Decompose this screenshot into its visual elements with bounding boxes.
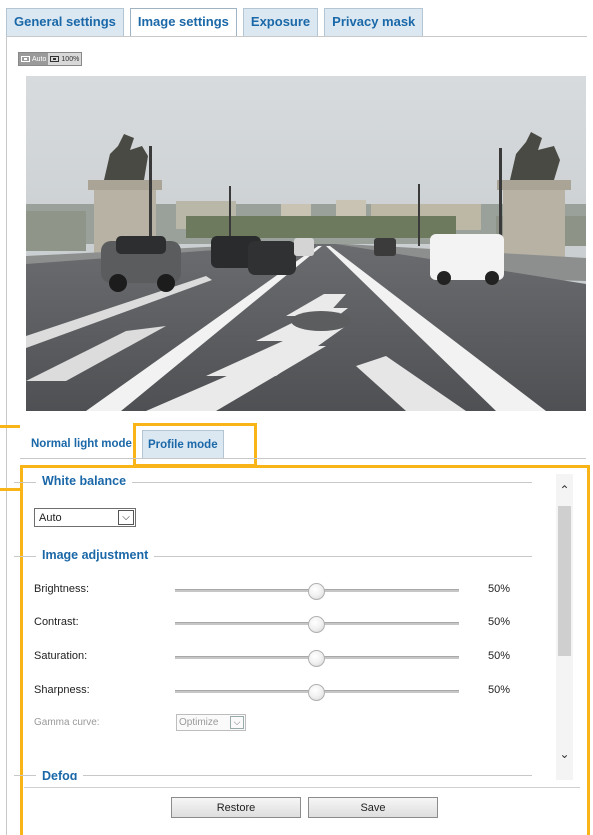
mode-tab-bar: Normal light mode Profile mode [26, 430, 224, 458]
tab-normal-light-mode[interactable]: Normal light mode [26, 430, 137, 458]
saturation-value: 50% [488, 650, 511, 662]
tab-divider [6, 36, 587, 37]
saturation-slider-handle[interactable] [308, 650, 325, 667]
white-balance-select[interactable]: Auto ⌵ [34, 508, 136, 527]
tab-privacy-mask[interactable]: Privacy mask [324, 8, 424, 36]
contrast-slider-handle[interactable] [308, 616, 325, 633]
zoom-auto-label: Auto [32, 55, 47, 63]
zoom-toggle: Auto 100% [18, 52, 83, 66]
restore-button[interactable]: Restore [171, 797, 301, 818]
sharpness-label: Sharpness: [34, 684, 90, 696]
zoom-100-button[interactable]: 100% [48, 53, 81, 65]
sharpness-slider[interactable] [175, 684, 459, 701]
brightness-slider[interactable] [175, 583, 459, 600]
saturation-label: Saturation: [34, 650, 88, 662]
saturation-slider[interactable] [175, 650, 459, 667]
tab-exposure[interactable]: Exposure [242, 8, 319, 36]
brightness-label: Brightness: [34, 583, 90, 595]
contrast-slider[interactable] [175, 616, 459, 633]
defog-legend-clip: Defog [36, 769, 156, 780]
gamma-curve-select[interactable]: Optimize ⌵ [176, 714, 246, 731]
panel-border [6, 36, 7, 835]
sharpness-value: 50% [488, 684, 511, 696]
contrast-label: Contrast: [34, 616, 79, 628]
image-adjustment-legend: Image adjustment [36, 548, 155, 562]
live-view-image[interactable] [26, 76, 586, 411]
chevron-down-icon[interactable]: ⌄ [556, 744, 573, 764]
mode-tab-divider [20, 458, 586, 459]
screen-icon [21, 56, 30, 62]
brightness-slider-handle[interactable] [308, 583, 325, 600]
highlight-connector [0, 425, 20, 428]
defog-legend: Defog [36, 769, 84, 780]
camera-scene [26, 76, 586, 411]
gamma-curve-label: Gamma curve: [34, 717, 100, 728]
zoom-100-label: 100% [61, 55, 80, 63]
white-balance-value: Auto [39, 511, 62, 524]
gamma-curve-value: Optimize [179, 717, 219, 728]
scrollbar-thumb[interactable] [558, 506, 571, 656]
contrast-value: 50% [488, 616, 511, 628]
brightness-value: 50% [488, 583, 511, 595]
tab-general-settings[interactable]: General settings [6, 8, 124, 36]
white-balance-legend: White balance [36, 474, 133, 488]
zoom-auto-button[interactable]: Auto [19, 53, 49, 65]
chevron-up-icon[interactable]: ⌃ [556, 480, 573, 500]
settings-scrollbar[interactable]: ⌃ ⌄ [556, 474, 573, 780]
chevron-down-icon: ⌵ [230, 716, 244, 729]
highlight-connector [0, 488, 22, 491]
sharpness-slider-handle[interactable] [308, 684, 325, 701]
tab-profile-mode[interactable]: Profile mode [141, 430, 224, 458]
button-divider [24, 787, 580, 788]
screen-icon [50, 56, 60, 62]
settings-tab-bar: General settings Image settings Exposure… [6, 8, 424, 36]
chevron-down-icon: ⌵ [118, 510, 134, 525]
save-button[interactable]: Save [308, 797, 438, 818]
tab-image-settings[interactable]: Image settings [129, 8, 237, 36]
